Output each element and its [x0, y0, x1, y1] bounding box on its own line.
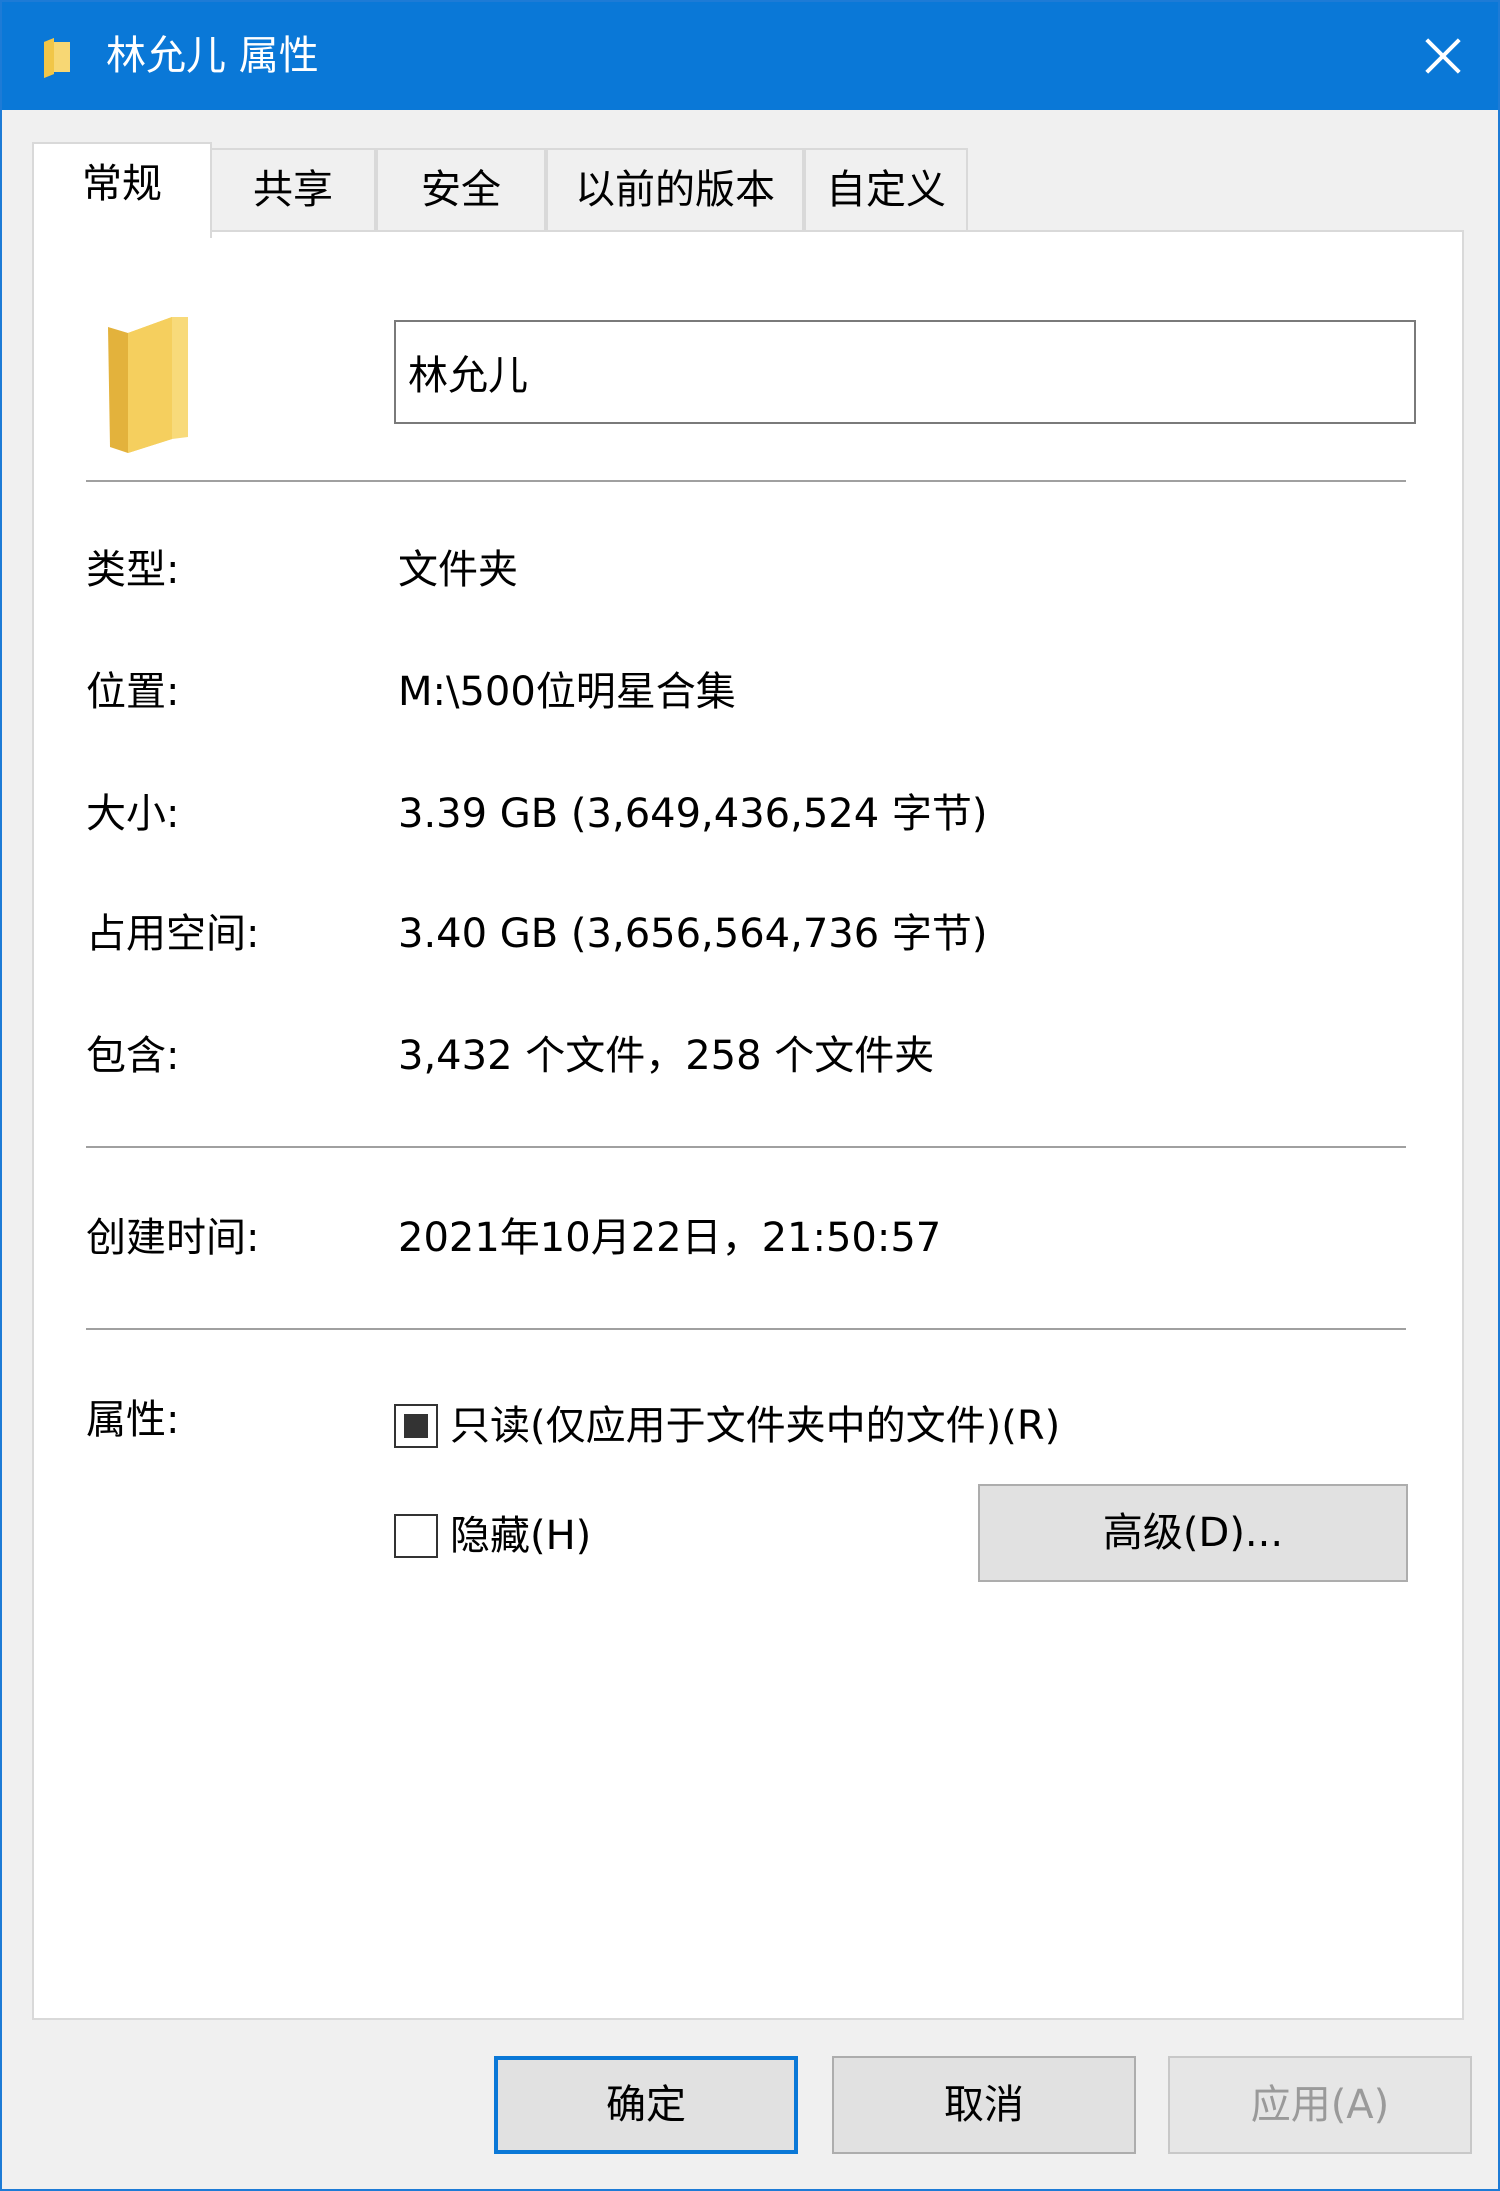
folder-icon: [108, 317, 188, 453]
general-panel: [32, 230, 1464, 2020]
tab-previous-versions[interactable]: 以前的版本: [546, 148, 804, 232]
tab-customize[interactable]: 自定义: [804, 148, 968, 232]
divider: [86, 480, 1406, 482]
divider: [86, 1328, 1406, 1330]
size-label: 大小:: [86, 791, 180, 837]
readonly-checkbox[interactable]: [394, 1404, 438, 1448]
disk-size-label: 占用空间:: [86, 911, 260, 957]
created-label: 创建时间:: [86, 1215, 260, 1261]
size-value: 3.39 GB (3,649,436,524 字节): [398, 791, 988, 837]
divider: [86, 1146, 1406, 1148]
ok-button[interactable]: 确定: [494, 2056, 798, 2154]
window-title: 林允儿 属性: [106, 33, 319, 79]
contains-label: 包含:: [86, 1033, 180, 1079]
disk-size-value: 3.40 GB (3,656,564,736 字节): [398, 911, 988, 957]
cancel-button[interactable]: 取消: [832, 2056, 1136, 2154]
attributes-label: 属性:: [86, 1397, 180, 1443]
created-value: 2021年10月22日，21:50:57: [398, 1215, 942, 1261]
hidden-checkbox-label[interactable]: 隐藏(H): [450, 1508, 591, 1564]
close-button[interactable]: [1402, 22, 1486, 90]
location-label: 位置:: [86, 669, 180, 715]
readonly-checkbox-label[interactable]: 只读(仅应用于文件夹中的文件)(R): [450, 1398, 1060, 1454]
location-value: M:\500位明星合集: [398, 669, 736, 715]
tab-sharing[interactable]: 共享: [210, 148, 376, 232]
folder-icon: [44, 38, 70, 78]
tab-security[interactable]: 安全: [376, 148, 546, 232]
folder-name-field[interactable]: [394, 320, 1416, 424]
contains-value: 3,432 个文件，258 个文件夹: [398, 1033, 935, 1079]
tab-general[interactable]: 常规: [32, 142, 212, 238]
title-bar[interactable]: 林允儿 属性: [2, 2, 1498, 110]
apply-button[interactable]: 应用(A): [1168, 2056, 1472, 2154]
advanced-button[interactable]: 高级(D)...: [978, 1484, 1408, 1582]
hidden-checkbox[interactable]: [394, 1514, 438, 1558]
type-value: 文件夹: [398, 547, 518, 593]
properties-window: 林允儿 属性 常规 共享 安全 以前的版本 自定义 类型: 文件夹 位置: M:…: [0, 0, 1500, 2191]
type-label: 类型:: [86, 547, 180, 593]
